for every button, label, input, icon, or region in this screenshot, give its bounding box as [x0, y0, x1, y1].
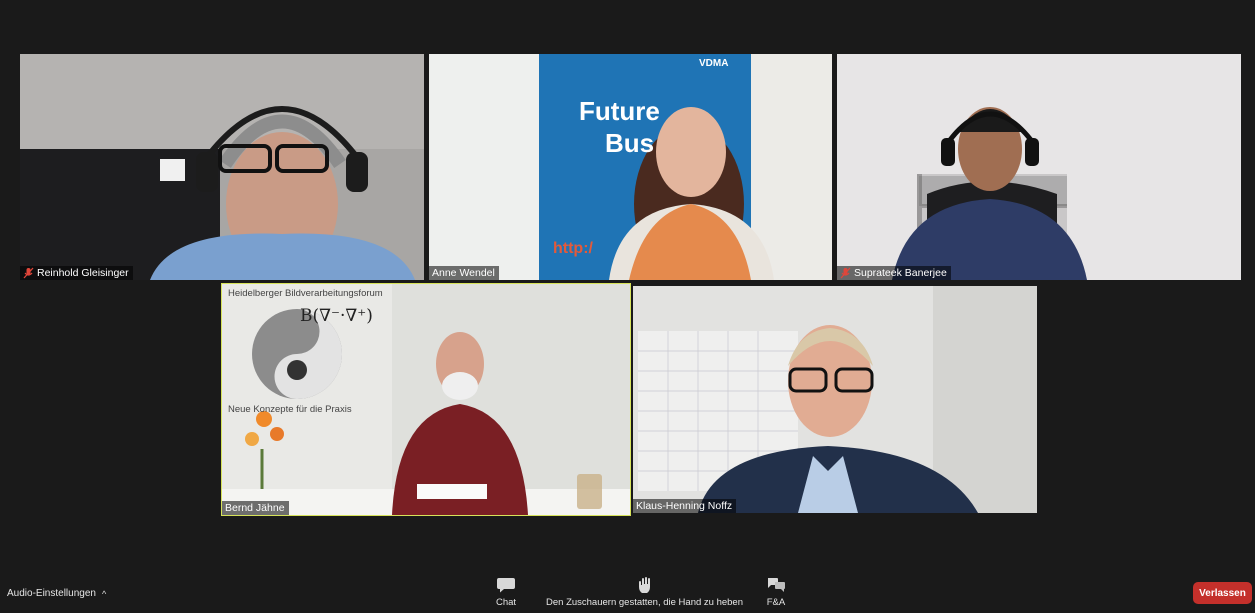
audio-settings-button[interactable]: Audio-Einstellungen ^: [7, 588, 106, 599]
meeting-toolbar: Audio-Einstellungen ^ Chat Den Zuschauer…: [0, 570, 1255, 613]
participant-name: Bernd Jähne: [225, 502, 285, 514]
leave-button[interactable]: Verlassen: [1193, 582, 1252, 604]
allow-raise-hand-label: Den Zuschauern gestatten, die Hand zu he…: [546, 597, 743, 608]
participant-video: [20, 54, 424, 280]
banner-text-line-1: Future: [579, 96, 660, 126]
poster-title: Heidelberger Bildverarbeitungsforum: [228, 288, 383, 299]
participant-name: Reinhold Gleisinger: [37, 267, 129, 279]
banner-text-line-2: Bus: [605, 128, 655, 158]
poster-formula: B(∇⁻·∇⁺): [300, 306, 373, 326]
video-tile-bernd-jaehne[interactable]: B(∇⁻·∇⁺) Heidelberger Bildverarbeitungsf…: [221, 283, 631, 516]
participant-video: [222, 284, 630, 515]
chat-label: Chat: [496, 597, 517, 608]
chevron-up-icon[interactable]: ^: [102, 589, 106, 599]
participant-name-tag: Reinhold Gleisinger: [20, 266, 133, 280]
participant-name-tag: Suprateek Banerjee: [837, 266, 951, 280]
allow-raise-hand-button[interactable]: Den Zuschauern gestatten, die Hand zu he…: [546, 576, 743, 608]
video-tile-klaus-henning-noffz[interactable]: Klaus-Henning Noffz: [633, 286, 1037, 513]
muted-microphone-icon: [23, 267, 34, 279]
audio-settings-label: Audio-Einstellungen: [7, 588, 96, 599]
chat-button[interactable]: Chat: [496, 576, 516, 608]
participant-name-tag: Klaus-Henning Noffz: [633, 499, 737, 513]
video-tile-reinhold-gleisinger[interactable]: Reinhold Gleisinger: [20, 54, 424, 280]
chat-bubble-icon: [497, 578, 516, 593]
banner-logo: VDMA: [699, 58, 729, 69]
participant-name: Suprateek Banerjee: [854, 267, 947, 279]
video-tile-suprateek-banerjee[interactable]: Suprateek Banerjee: [837, 54, 1241, 280]
qa-bubbles-icon: [768, 578, 785, 592]
qa-label: F&A: [766, 597, 786, 608]
raise-hand-icon: [638, 577, 650, 593]
poster-subtitle: Neue Konzepte für die Praxis: [228, 404, 352, 415]
participant-video: [429, 54, 832, 280]
participant-name-tag: Anne Wendel: [429, 266, 499, 280]
participant-video: [837, 54, 1241, 280]
participant-name: Anne Wendel: [432, 267, 495, 279]
participant-video: [633, 286, 1037, 513]
qa-button[interactable]: F&A: [766, 576, 786, 608]
banner-text-line-3: http:/: [553, 240, 593, 257]
participant-name: Klaus-Henning Noffz: [636, 500, 733, 512]
video-tile-anne-wendel[interactable]: VDMA Future Bus http:/ Anne Wendel: [429, 54, 832, 280]
muted-microphone-icon: [840, 267, 851, 279]
participant-name-tag: Bernd Jähne: [222, 501, 289, 515]
